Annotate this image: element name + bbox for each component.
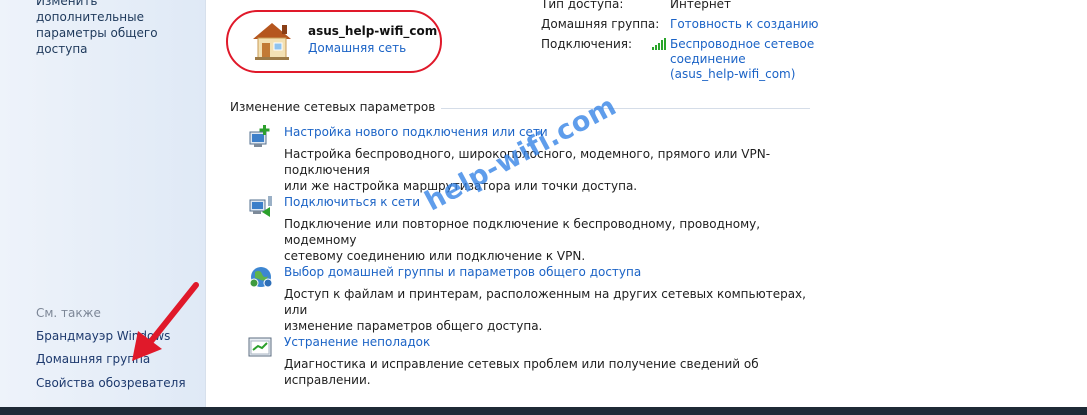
desc-line: Диагностика и исправление сетевых пробле… <box>284 357 759 387</box>
troubleshoot-link[interactable]: Устранение неполадок <box>284 335 430 349</box>
advanced-sharing-settings-link[interactable]: Изменить дополнительные параметры общего… <box>36 0 201 57</box>
desc-line: или же настройка маршрутизатора или точк… <box>284 179 638 193</box>
sidebar-link-internet-options[interactable]: Свойства обозревателя <box>36 376 186 390</box>
desc-line: Подключение или повторное подключение к … <box>284 217 761 247</box>
connect-to-network-link[interactable]: Подключиться к сети <box>284 195 420 209</box>
section-title: Изменение сетевых параметров <box>230 100 442 114</box>
homegroup-sharing-icon[interactable] <box>248 264 274 290</box>
homegroup-sharing-link[interactable]: Выбор домашней группы и параметров общег… <box>284 265 641 279</box>
desc-line: сетевому соединению или подключение к VP… <box>284 249 586 263</box>
troubleshoot-icon[interactable] <box>248 334 274 360</box>
homegroup-sharing-desc: Доступ к файлам и принтерам, расположенн… <box>284 286 814 334</box>
wifi-signal-icon <box>652 38 666 50</box>
new-connection-icon[interactable] <box>248 124 274 150</box>
connections-label: Подключения: <box>541 37 633 51</box>
wireless-connection-link[interactable]: Беспроводное сетевое соединение (asus_he… <box>670 37 814 82</box>
homegroup-label: Домашняя группа: <box>541 17 660 31</box>
connection-line-1: Беспроводное сетевое <box>670 37 815 51</box>
desc-line: изменение параметров общего доступа. <box>284 319 543 333</box>
setup-new-connection-link[interactable]: Настройка нового подключения или сети <box>284 125 548 139</box>
access-type-value: Интернет <box>670 0 732 11</box>
connection-line-2: соединение <box>670 52 746 66</box>
see-also-heading: См. также <box>36 306 101 320</box>
connect-network-icon[interactable] <box>248 194 274 220</box>
desc-line: Доступ к файлам и принтерам, расположенн… <box>284 287 806 317</box>
connection-line-3: (asus_help-wifi_com) <box>670 67 796 81</box>
house-icon <box>253 23 291 60</box>
red-arrow-annotation <box>132 282 199 361</box>
window-bottom-border <box>0 407 1087 415</box>
access-type-label: Тип доступа: <box>541 0 624 11</box>
network-name: asus_help-wifi_com <box>308 24 438 38</box>
homegroup-status-link[interactable]: Готовность к созданию <box>670 17 819 31</box>
network-type-link[interactable]: Домашняя сеть <box>308 41 406 55</box>
troubleshoot-desc: Диагностика и исправление сетевых пробле… <box>284 356 814 388</box>
connect-to-network-desc: Подключение или повторное подключение к … <box>284 216 814 264</box>
